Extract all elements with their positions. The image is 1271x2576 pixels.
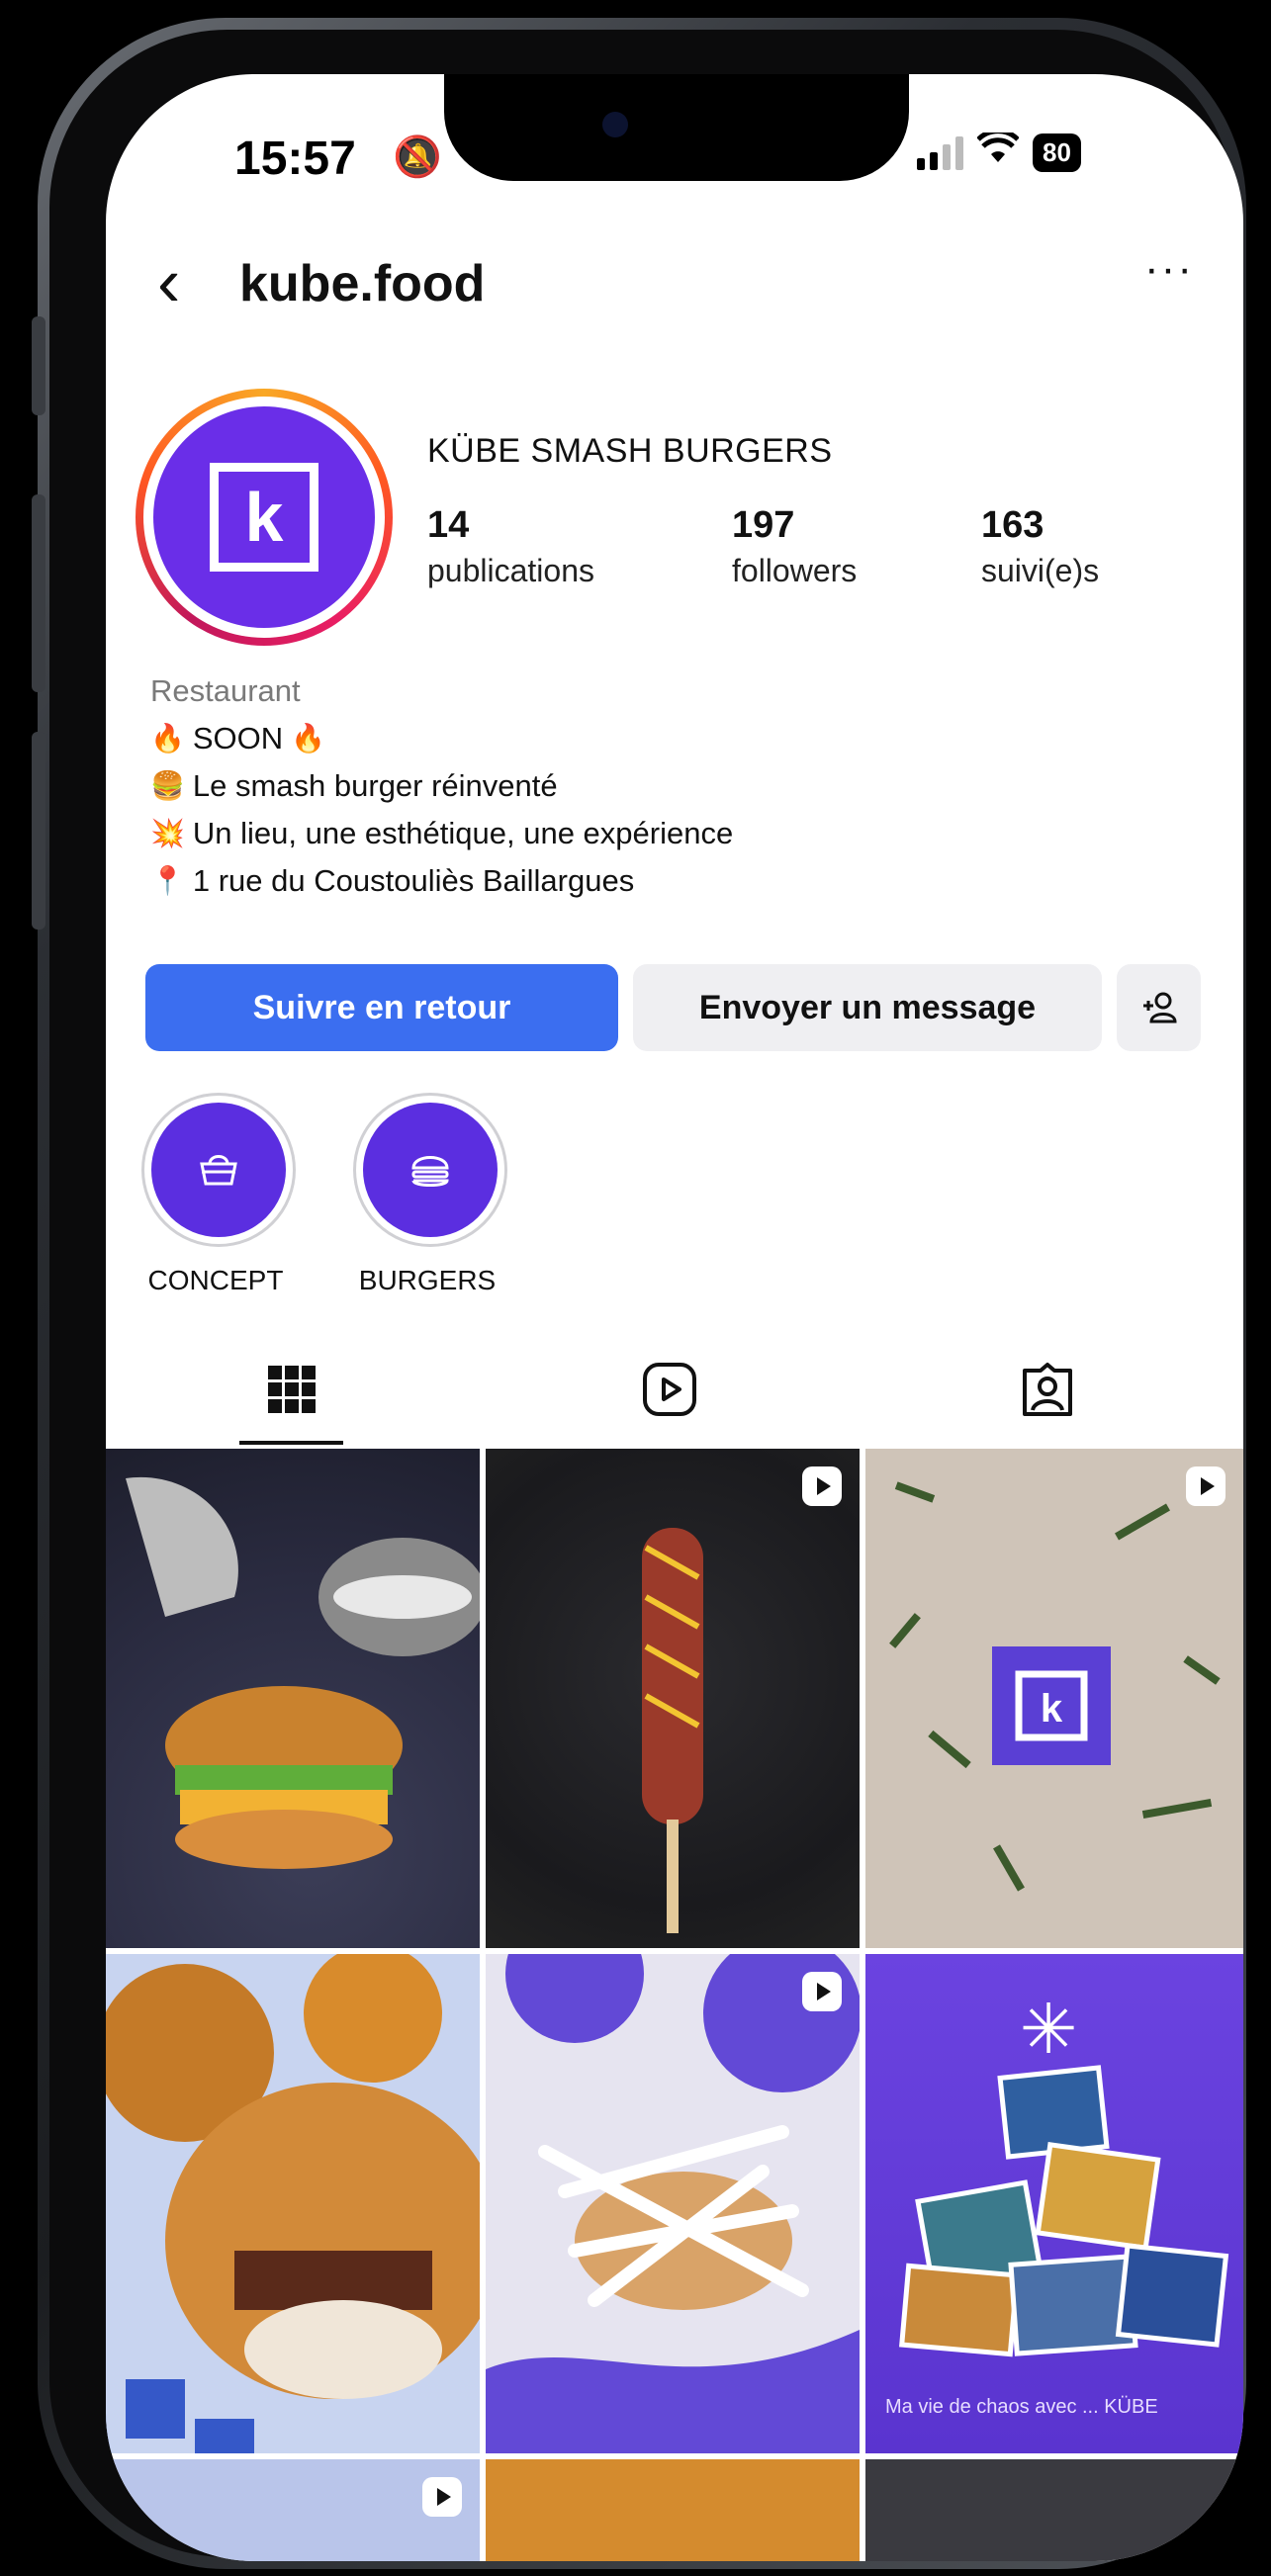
bio-text: Un lieu, une esthétique, une expérience: [192, 816, 734, 850]
bio-category: Restaurant: [150, 673, 301, 708]
active-tab-indicator: [239, 1441, 343, 1445]
status-indicators: 80: [917, 129, 1081, 174]
add-person-icon: [1142, 992, 1177, 1023]
avatar[interactable]: k: [136, 389, 393, 646]
video-icon: [1186, 1466, 1226, 1506]
signal-icon: [917, 135, 963, 170]
bio-soon: SOON: [192, 721, 284, 755]
stat-label: publications: [427, 553, 594, 588]
tagged-icon: [1023, 1363, 1072, 1416]
highlight-label: CONCEPT: [147, 1265, 284, 1295]
silent-bell-icon: 🔕: [393, 135, 442, 179]
stat-value: 14: [427, 504, 470, 546]
stat-following[interactable]: 163 suivi(e)s: [981, 504, 1099, 589]
highlight-concept[interactable]: CONCEPT: [141, 1093, 296, 1296]
notch: [444, 74, 909, 181]
post-burger-onion-rings[interactable]: [106, 1954, 480, 2453]
burger-icon: 🍔: [150, 770, 185, 801]
post-burger-lips[interactable]: [106, 1449, 480, 1948]
video-icon: [802, 1972, 842, 2011]
follow-back-button[interactable]: Suivre en retour: [145, 964, 618, 1051]
post-partial-2[interactable]: [486, 2459, 860, 2561]
stat-label: suivi(e)s: [981, 553, 1100, 588]
reels-tab[interactable]: [620, 1345, 719, 1434]
stat-label: followers: [732, 553, 858, 588]
post-partial-3[interactable]: [865, 2459, 1243, 2561]
instagram-profile-screen: 15:57 🔕 80 ‹ kube.food ··· k KÜBE SMASH …: [106, 74, 1243, 2561]
profile-username: kube.food: [239, 255, 486, 312]
highlight-label: BURGERS: [358, 1265, 497, 1295]
bio-line: 🔥 SOON 🔥: [150, 715, 733, 762]
video-icon: [802, 1466, 842, 1506]
add-person-button[interactable]: [1117, 964, 1201, 1051]
reels-icon: [643, 1363, 696, 1416]
post-photo-collage[interactable]: ✳ Ma vie de chaos avec ... KÜBE: [865, 1954, 1243, 2453]
mute-switch: [32, 316, 45, 415]
post-logo-herbs[interactable]: k: [865, 1449, 1243, 1948]
basket-icon: [151, 1103, 286, 1237]
burger-icon: [363, 1103, 498, 1237]
stat-publications[interactable]: 14 publications: [427, 504, 594, 589]
stat-value: 163: [981, 504, 1044, 546]
svg-text:✳: ✳: [1020, 1989, 1078, 2070]
bio: Restaurant 🔥 SOON 🔥 🍔 Le smash burger ré…: [150, 667, 733, 905]
send-message-button[interactable]: Envoyer un message: [633, 964, 1102, 1051]
collision-icon: 💥: [150, 818, 185, 848]
stat-followers[interactable]: 197 followers: [732, 504, 857, 589]
highlight-burgers[interactable]: BURGERS: [353, 1093, 507, 1296]
svg-text:k: k: [1041, 1687, 1063, 1731]
bio-address[interactable]: 1 rue du Coustouliès Baillargues: [193, 857, 634, 905]
bio-line: 💥 Un lieu, une esthétique, une expérienc…: [150, 810, 733, 857]
volume-down-button: [32, 732, 45, 930]
bio-line: 📍 1 rue du Coustouliès Baillargues: [150, 857, 733, 905]
status-time: 15:57: [234, 133, 356, 185]
camera-dot: [602, 112, 628, 137]
pin-icon: 📍: [150, 865, 185, 896]
display-name: KÜBE SMASH BURGERS: [427, 432, 833, 470]
post-caption: Ma vie de chaos avec ... KÜBE: [885, 2396, 1158, 2418]
post-partial-1[interactable]: [106, 2459, 480, 2561]
stat-value: 197: [732, 504, 795, 546]
bio-text: Le smash burger réinventé: [192, 768, 558, 803]
post-burger-sauce[interactable]: [486, 1954, 860, 2453]
fire-icon: 🔥: [150, 723, 185, 754]
volume-up-button: [32, 494, 45, 692]
grid-tab[interactable]: [242, 1345, 341, 1434]
fire-icon: 🔥: [291, 723, 326, 754]
battery-icon: 80: [1033, 133, 1081, 172]
post-corndog[interactable]: [486, 1449, 860, 1948]
kube-logo-icon: k: [210, 463, 318, 572]
wifi-icon: [976, 129, 1020, 174]
back-chevron-icon[interactable]: ‹: [157, 247, 180, 316]
tagged-tab[interactable]: [998, 1345, 1097, 1434]
bio-line: 🍔 Le smash burger réinventé: [150, 762, 733, 810]
more-options-icon[interactable]: ···: [1144, 244, 1194, 294]
video-icon: [422, 2477, 462, 2517]
grid-icon: [268, 1366, 316, 1413]
